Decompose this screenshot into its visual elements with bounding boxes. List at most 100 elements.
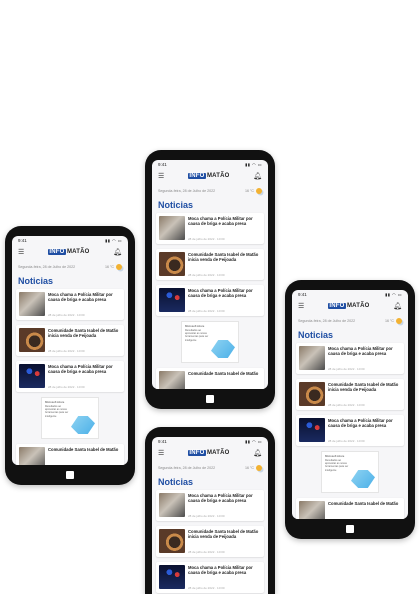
news-thumbnail (19, 364, 45, 388)
news-card[interactable]: Moca chama a Polícia Militar por causa d… (156, 490, 264, 521)
status-icons: ▮▮ ◠ ▭ (385, 292, 402, 297)
ad-text: Resultados ao aproveitar as novas ferram… (45, 405, 69, 418)
news-card[interactable]: Comunidade Santa Isabel de Matão (16, 444, 124, 465)
advertisement[interactable]: Microsoft Azure Resultados ao aproveitar… (321, 451, 379, 493)
news-card[interactable]: Comunidade Santa Isabel de Matão inicia … (156, 249, 264, 280)
news-card[interactable]: Moca chama a Polícia Militar por causa d… (156, 285, 264, 316)
ad-text: Resultados ao aproveitar as novas ferram… (185, 329, 209, 342)
status-bar: 9:41 ▮▮ ◠ ▭ (152, 160, 268, 169)
news-meta: 28 de julho de 2022 · 10:00 (188, 586, 225, 590)
menu-icon[interactable]: ☰ (18, 249, 24, 256)
news-title: Comunidade Santa Isabel de Matão inicia … (188, 252, 259, 263)
news-card[interactable]: Moca chama a Polícia Militar por causa d… (156, 213, 264, 244)
logo-matao: MATÃO (66, 249, 90, 255)
home-button[interactable] (206, 395, 214, 403)
logo: INFO MATÃO (47, 249, 90, 255)
news-card[interactable]: Comunidade Santa Isabel de Matão (296, 498, 404, 519)
news-title: Moca chama a Polícia Militar por causa d… (188, 288, 253, 299)
status-time: 9:41 (18, 238, 27, 243)
ad-artwork (71, 416, 95, 434)
news-title: Comunidade Santa Isabel de Matão inicia … (328, 382, 399, 393)
phone-mockup-center-top: 9:41 ▮▮ ◠ ▭ ☰ INFO MATÃO 🔔︎ Segunda-feira… (145, 150, 275, 409)
news-thumbnail (19, 328, 45, 352)
bell-icon[interactable]: 🔔︎ (393, 303, 402, 310)
news-meta: 28 de julho de 2022 · 10:00 (328, 367, 365, 371)
news-meta: 28 de julho de 2022 · 10:00 (188, 237, 225, 241)
partly-cloudy-icon (256, 188, 262, 194)
date-text: Segunda-feira, 28 de Julho de 2022 (18, 265, 76, 269)
news-thumbnail (159, 288, 185, 312)
advertisement[interactable]: Microsoft Azure Resultados ao aproveitar… (41, 397, 99, 439)
news-title: Moca chama a Polícia Militar por causa d… (328, 346, 393, 357)
news-title: Moca chama a Polícia Militar por causa d… (188, 565, 253, 576)
news-thumbnail (159, 529, 185, 553)
news-title: Comunidade Santa Isabel de Matão inicia … (188, 529, 259, 540)
news-card[interactable]: Moca chama a Polícia Militar por causa d… (156, 562, 264, 593)
status-bar: 9:41 ▮▮ ◠ ▭ (12, 236, 128, 245)
news-thumbnail (159, 252, 185, 276)
news-meta: 28 de julho de 2022 · 10:00 (48, 349, 85, 353)
news-card[interactable]: Moca chama a Polícia Militar por causa d… (296, 415, 404, 446)
news-thumbnail (159, 565, 185, 589)
news-title: Comunidade Santa Isabel de Matão inicia … (48, 328, 119, 339)
news-thumbnail (159, 216, 185, 240)
date-weather-bar: Segunda-feira, 28 de Julho de 2022 16 °C (292, 313, 408, 326)
bell-icon[interactable]: 🔔︎ (113, 249, 122, 256)
news-card[interactable]: Moca chama a Polícia Militar por causa d… (296, 343, 404, 374)
temperature-text: 16 °C (384, 319, 394, 323)
date-weather-bar: Segunda-feira, 28 de Julho de 2022 16 °C (152, 460, 268, 473)
weather: 16 °C (245, 465, 262, 471)
logo: INFO MATÃO (187, 173, 230, 179)
news-meta: 28 de julho de 2022 · 10:00 (48, 385, 85, 389)
news-thumbnail (159, 371, 185, 389)
news-thumbnail (299, 418, 325, 442)
app-header: ☰ INFO MATÃO 🔔︎ (12, 245, 128, 259)
menu-icon[interactable]: ☰ (158, 173, 164, 180)
bell-icon[interactable]: 🔔︎ (253, 450, 262, 457)
news-meta: 28 de julho de 2022 · 10:00 (188, 514, 225, 518)
weather: 16 °C (245, 188, 262, 194)
logo-info: INFO (47, 249, 66, 255)
status-bar: 9:41 ▮▮ ◠ ▭ (292, 290, 408, 299)
menu-icon[interactable]: ☰ (158, 450, 164, 457)
date-weather-bar: Segunda-feira, 28 de Julho de 2022 16 °C (12, 259, 128, 272)
date-weather-bar: Segunda-feira, 28 de Julho de 2022 16 °C (152, 183, 268, 196)
phone-mockup-left: 9:41 ▮▮ ◠ ▭ ☰ INFO MATÃO 🔔︎ Segunda-feira… (5, 226, 135, 485)
partly-cloudy-icon (396, 318, 402, 324)
news-card[interactable]: Comunidade Santa Isabel de Matão (156, 368, 264, 389)
ad-text: Resultados ao aproveitar as novas ferram… (325, 459, 349, 472)
news-title: Moca chama a Polícia Militar por causa d… (48, 364, 113, 375)
status-icons: ▮▮ ◠ ▭ (245, 162, 262, 167)
app-header: ☰ INFO MATÃO 🔔︎ (292, 299, 408, 313)
weather: 16 °C (385, 318, 402, 324)
status-icons: ▮▮ ◠ ▭ (105, 238, 122, 243)
news-meta: 28 de julho de 2022 · 10:00 (188, 550, 225, 554)
news-title: Moca chama a Polícia Militar por causa d… (188, 216, 253, 227)
home-button[interactable] (346, 525, 354, 533)
news-card[interactable]: Comunidade Santa Isabel de Matão inicia … (156, 526, 264, 557)
logo-matao: MATÃO (206, 450, 230, 456)
news-card[interactable]: Moca chama a Polícia Militar por causa d… (16, 289, 124, 320)
partly-cloudy-icon (256, 465, 262, 471)
news-meta: 28 de julho de 2022 · 10:00 (188, 273, 225, 277)
phone-mockup-right: 9:41 ▮▮ ◠ ▭ ☰ INFO MATÃO 🔔︎ Segunda-feira… (285, 280, 415, 539)
news-card[interactable]: Comunidade Santa Isabel de Matão inicia … (16, 325, 124, 356)
status-time: 9:41 (158, 162, 167, 167)
news-card[interactable]: Comunidade Santa Isabel de Matão inicia … (296, 379, 404, 410)
app-screen: 9:41 ▮▮ ◠ ▭ ☰ INFO MATÃO 🔔︎ Segunda-feira… (152, 160, 268, 389)
menu-icon[interactable]: ☰ (298, 303, 304, 310)
logo: INFO MATÃO (327, 303, 370, 309)
phone-mockup-center-bottom: 9:41 ▮▮ ◠ ▭ ☰ INFO MATÃO 🔔︎ Segunda-feira… (145, 427, 275, 594)
news-card[interactable]: Moca chama a Polícia Militar por causa d… (16, 361, 124, 392)
home-button[interactable] (66, 471, 74, 479)
partly-cloudy-icon (116, 264, 122, 270)
news-thumbnail (299, 501, 325, 519)
app-header: ☰ INFO MATÃO 🔔︎ (152, 169, 268, 183)
news-meta: 28 de julho de 2022 · 10:00 (48, 313, 85, 317)
advertisement[interactable]: Microsoft Azure Resultados ao aproveitar… (181, 321, 239, 363)
app-screen: 9:41 ▮▮ ◠ ▭ ☰ INFO MATÃO 🔔︎ Segunda-feira… (292, 290, 408, 519)
bell-icon[interactable]: 🔔︎ (253, 173, 262, 180)
section-title: Noticias (18, 276, 54, 286)
news-meta: 28 de julho de 2022 · 10:00 (188, 309, 225, 313)
temperature-text: 16 °C (244, 189, 254, 193)
